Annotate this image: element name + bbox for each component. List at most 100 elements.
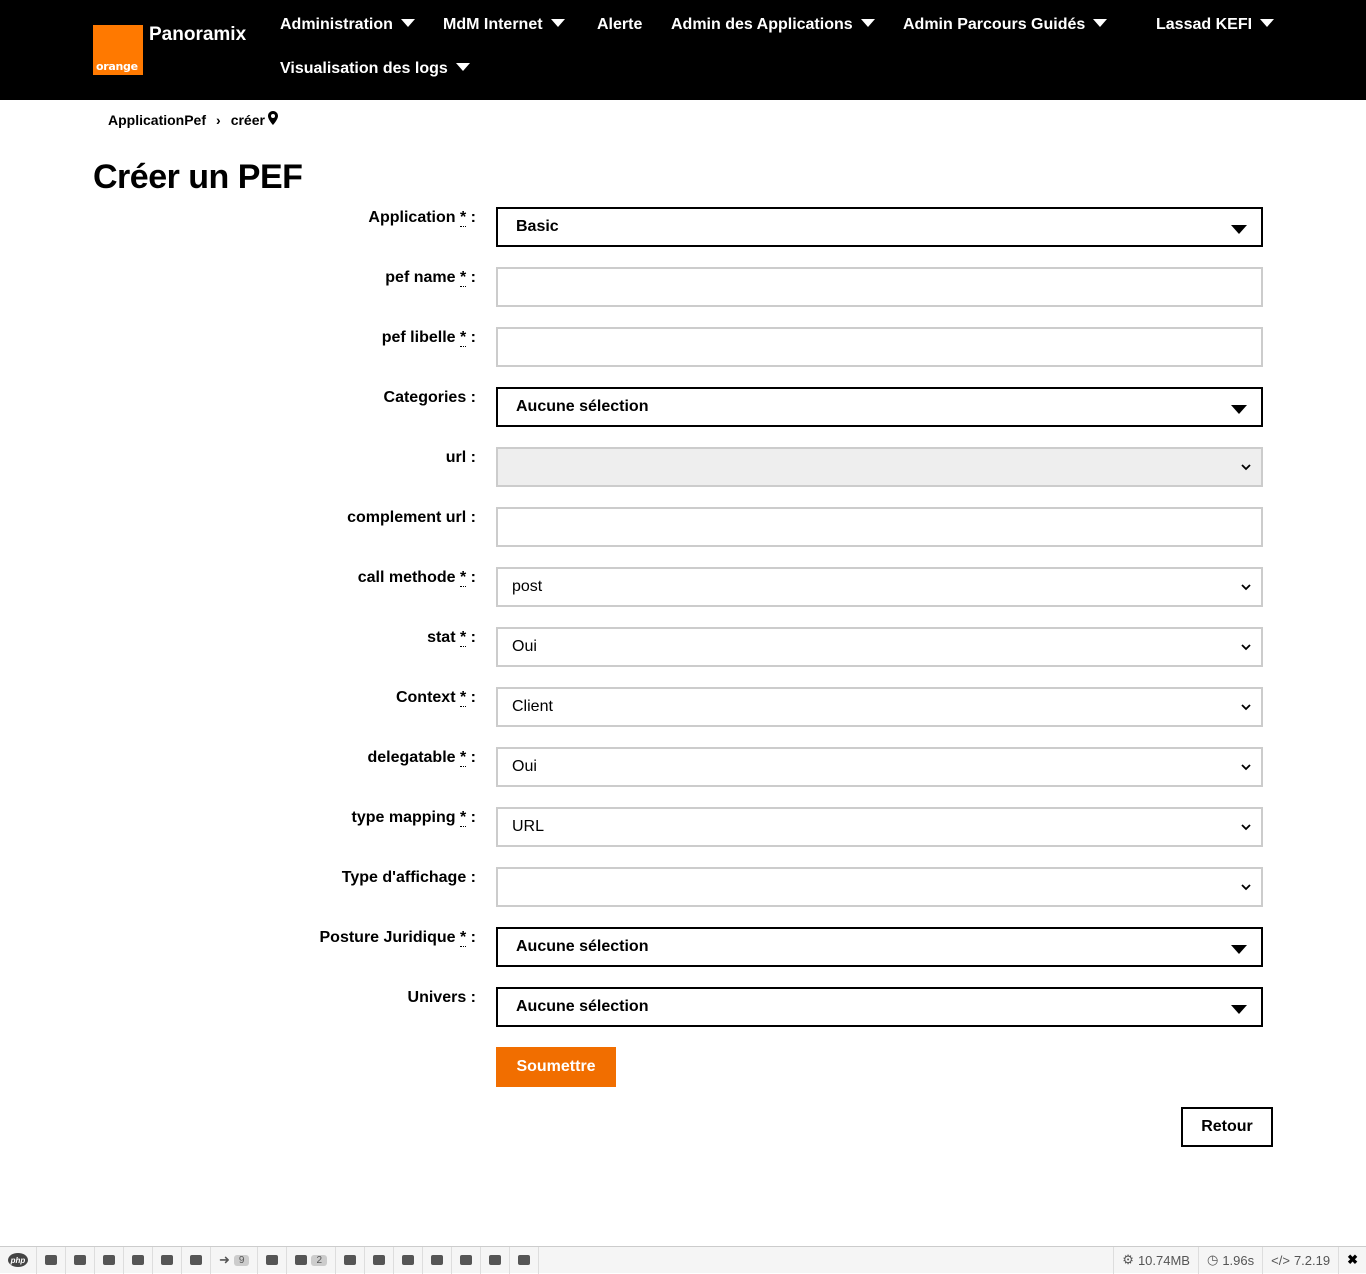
form-row-call-methode: call methode * : post bbox=[0, 567, 1366, 607]
nav-user-menu[interactable]: Lassad KEFI bbox=[1156, 16, 1275, 34]
chevron-down-icon bbox=[1241, 704, 1251, 711]
chevron-down-icon bbox=[1241, 584, 1251, 591]
required-marker: * bbox=[459, 929, 467, 947]
toolbar-item-briefcase[interactable] bbox=[365, 1246, 395, 1274]
toolbar-item-settings[interactable] bbox=[182, 1246, 211, 1274]
toolbar-item-config[interactable] bbox=[153, 1246, 182, 1274]
required-marker: * bbox=[459, 809, 467, 827]
url-select[interactable] bbox=[496, 447, 1263, 487]
field-label: delegatable * : bbox=[367, 749, 476, 767]
toolbar-item-messages[interactable] bbox=[37, 1246, 66, 1274]
chevron-down-icon bbox=[1241, 764, 1251, 771]
caret-down-icon bbox=[400, 19, 415, 27]
toolbar-item-briefcase[interactable] bbox=[452, 1246, 482, 1274]
toolbar-memory[interactable]: ⚙ 10.74MB bbox=[1113, 1246, 1198, 1274]
application-select[interactable]: Basic bbox=[496, 207, 1263, 247]
nav-alerte[interactable]: Alerte bbox=[597, 16, 642, 34]
select-value: URL bbox=[512, 818, 545, 835]
nav-admin-parcours[interactable]: Admin Parcours Guidés bbox=[903, 16, 1108, 34]
posture-juridique-select[interactable]: Aucune sélection bbox=[496, 927, 1263, 967]
caret-down-icon bbox=[1231, 945, 1247, 954]
nav-label: Alerte bbox=[597, 16, 643, 33]
caret-down-icon bbox=[455, 63, 470, 71]
nav-label: Lassad KEFI bbox=[1156, 16, 1253, 33]
nav-mdm-internet[interactable]: MdM Internet bbox=[443, 16, 565, 34]
briefcase-icon bbox=[460, 1255, 473, 1265]
select-value: Aucune sélection bbox=[516, 398, 649, 415]
map-pin-icon bbox=[267, 111, 278, 128]
form-row-type-affichage: Type d'affichage : bbox=[0, 867, 1366, 907]
toolbar-time[interactable]: ◷ 1.96s bbox=[1197, 1246, 1262, 1274]
time-value: 1.96s bbox=[1222, 1252, 1255, 1268]
logo-text: orange bbox=[96, 60, 138, 73]
required-marker: * bbox=[459, 689, 467, 707]
debug-toolbar: php ➜ 9 2 ⚙ 10.74MB ◷ 1.96s </> 7.2.19 ✖ bbox=[0, 1246, 1366, 1274]
form-row-complement-url: complement url : bbox=[0, 507, 1366, 547]
stat-select[interactable]: Oui bbox=[496, 627, 1263, 667]
form-row-application: Application * : Basic bbox=[0, 207, 1366, 247]
select-value: Aucune sélection bbox=[516, 938, 649, 955]
complement-url-input[interactable] bbox=[496, 507, 1263, 547]
toolbar-item-timeline[interactable] bbox=[95, 1246, 124, 1274]
toolbar-item-briefcase[interactable] bbox=[336, 1246, 366, 1274]
context-select[interactable]: Client bbox=[496, 687, 1263, 727]
toolbar-item-briefcase[interactable] bbox=[510, 1246, 540, 1274]
caret-down-icon bbox=[1231, 405, 1247, 414]
toolbar-item-tags[interactable] bbox=[66, 1246, 95, 1274]
breadcrumb-current: créer bbox=[230, 111, 265, 128]
toolbar-php-version[interactable]: </> 7.2.19 bbox=[1262, 1246, 1338, 1274]
brand-name[interactable]: Panoramix bbox=[149, 24, 246, 46]
php-logo-icon: php bbox=[8, 1253, 28, 1267]
form-row-pef-libelle: pef libelle * : bbox=[0, 327, 1366, 367]
php-version-value: 7.2.19 bbox=[1293, 1252, 1331, 1268]
categories-select[interactable]: Aucune sélection bbox=[496, 387, 1263, 427]
delegatable-select[interactable]: Oui bbox=[496, 747, 1263, 787]
nav-label: Admin des Applications bbox=[671, 16, 853, 33]
form-row-categories: Categories : Aucune sélection bbox=[0, 387, 1366, 427]
toolbar-item-briefcase[interactable] bbox=[423, 1246, 453, 1274]
toolbar-item-briefcase[interactable] bbox=[258, 1246, 288, 1274]
type-affichage-select[interactable] bbox=[496, 867, 1263, 907]
field-label: pef libelle * : bbox=[381, 329, 476, 347]
nav-label: Visualisation des logs bbox=[280, 60, 448, 77]
toolbar-item-briefcase[interactable] bbox=[394, 1246, 424, 1274]
briefcase-icon bbox=[489, 1255, 502, 1265]
briefcase-icon bbox=[373, 1255, 386, 1265]
nav-visualisation-logs[interactable]: Visualisation des logs bbox=[280, 60, 470, 78]
breadcrumb: ApplicationPef › créer bbox=[108, 111, 278, 128]
caret-down-icon bbox=[1231, 225, 1247, 234]
field-label: Type d'affichage : bbox=[341, 869, 476, 886]
nav-administration[interactable]: Administration bbox=[280, 16, 415, 34]
univers-select[interactable]: Aucune sélection bbox=[496, 987, 1263, 1027]
list-icon bbox=[45, 1255, 57, 1265]
nav-admin-applications[interactable]: Admin des Applications bbox=[671, 16, 875, 34]
field-label: Posture Juridique * : bbox=[319, 929, 476, 947]
gear-icon bbox=[161, 1255, 173, 1265]
chevron-down-icon bbox=[1241, 644, 1251, 651]
form-row-univers: Univers : Aucune sélection bbox=[0, 987, 1366, 1027]
toolbar-close-button[interactable]: ✖ bbox=[1338, 1246, 1366, 1274]
back-button[interactable]: Retour bbox=[1181, 1107, 1273, 1147]
toolbar-item-views[interactable]: 2 bbox=[287, 1246, 337, 1274]
submit-button[interactable]: Soumettre bbox=[496, 1047, 616, 1087]
type-mapping-select[interactable]: URL bbox=[496, 807, 1263, 847]
call-methode-select[interactable]: post bbox=[496, 567, 1263, 607]
toolbar-item-exceptions[interactable] bbox=[124, 1246, 153, 1274]
select-value: Basic bbox=[516, 218, 559, 235]
field-label: stat * : bbox=[427, 629, 476, 647]
caret-down-icon bbox=[1093, 19, 1108, 27]
orange-logo[interactable]: orange bbox=[93, 25, 143, 75]
pef-name-input[interactable] bbox=[496, 267, 1263, 307]
nav-label: MdM Internet bbox=[443, 16, 543, 33]
field-label: Context * : bbox=[395, 689, 476, 707]
toolbar-item-forwards[interactable]: ➜ 9 bbox=[211, 1246, 259, 1274]
nav-label: Admin Parcours Guidés bbox=[903, 16, 1086, 33]
php-info[interactable]: php bbox=[0, 1246, 37, 1274]
pef-libelle-input[interactable] bbox=[496, 327, 1263, 367]
toolbar-item-briefcase[interactable] bbox=[481, 1246, 511, 1274]
breadcrumb-parent[interactable]: ApplicationPef bbox=[108, 112, 206, 128]
form-row-pef-name: pef name * : bbox=[0, 267, 1366, 307]
caret-down-icon bbox=[550, 19, 565, 27]
briefcase-icon bbox=[344, 1255, 357, 1265]
field-label: complement url : bbox=[347, 509, 476, 526]
